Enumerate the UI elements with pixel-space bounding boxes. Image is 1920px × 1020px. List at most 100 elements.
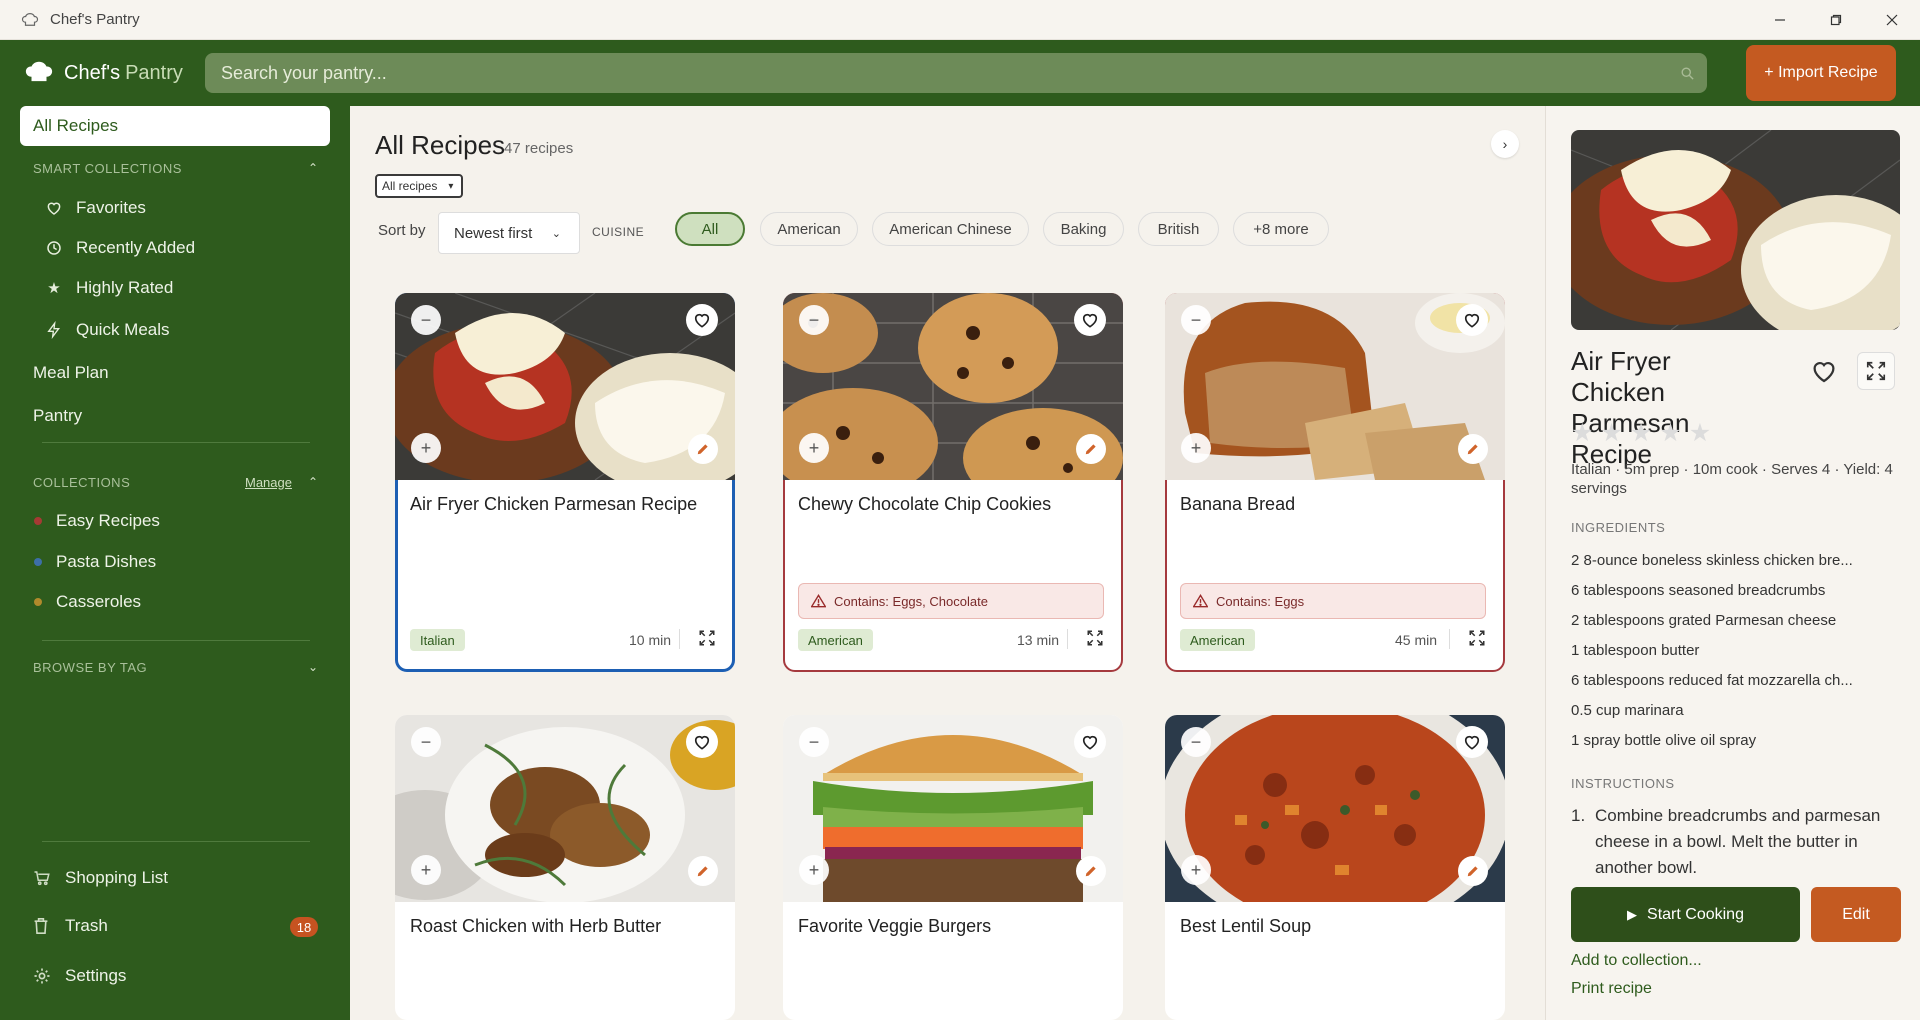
bolt-icon	[44, 320, 64, 340]
trash-icon	[33, 917, 53, 935]
sidebar-item-trash[interactable]: Trash	[33, 916, 108, 936]
gear-icon	[33, 967, 53, 985]
sidebar-item-pasta-dishes[interactable]: Pasta Dishes	[34, 552, 156, 572]
search-input[interactable]	[205, 62, 1667, 84]
sidebar-item-meal-plan[interactable]: Meal Plan	[33, 363, 109, 383]
plus-icon[interactable]: +	[1181, 433, 1211, 463]
star-icon[interactable]: ★	[1571, 418, 1593, 448]
recipe-card[interactable]: − + Air Fryer Chicken Parmesan Recipe It…	[395, 293, 735, 672]
pencil-icon[interactable]	[1076, 856, 1106, 886]
sidebar-item-label: Trash	[65, 916, 108, 935]
allergen-warning: Contains: Eggs, Chocolate	[798, 583, 1104, 619]
expand-icon[interactable]	[1857, 352, 1895, 390]
pencil-icon[interactable]	[1458, 856, 1488, 886]
import-recipe-button[interactable]: + Import Recipe	[1746, 45, 1896, 101]
minus-icon[interactable]: −	[411, 305, 441, 335]
heart-icon[interactable]	[1074, 304, 1106, 336]
sidebar-item-label: Favorites	[76, 198, 146, 217]
recipe-card[interactable]: − + Banana Bread Contains: Eggs American…	[1165, 293, 1505, 672]
recipe-card[interactable]: − + Roast Chicken with Herb Butter	[395, 715, 735, 1020]
browse-by-tag-heading[interactable]: BROWSE BY TAG	[33, 660, 147, 675]
sort-select[interactable]: Newest first ⌄	[438, 212, 580, 254]
recipe-card[interactable]: − + Favorite Veggie Burgers	[783, 715, 1123, 1020]
ingredient-item: 6 tablespoons reduced fat mozzarella ch.…	[1571, 672, 1853, 689]
recipe-title: Air Fryer Chicken Parmesan Recipe	[410, 494, 698, 514]
recipe-image	[783, 715, 1123, 902]
expand-icon[interactable]	[1084, 627, 1106, 649]
heart-icon[interactable]	[1807, 354, 1841, 388]
chevron-down-icon[interactable]: ⌄	[308, 660, 318, 674]
allergen-text: Contains: Eggs	[1216, 593, 1305, 609]
heart-icon[interactable]	[1456, 726, 1488, 758]
divider	[679, 629, 680, 649]
recipe-title: Favorite Veggie Burgers	[798, 916, 992, 936]
rating-stars[interactable]: ★ ★ ★ ★ ★	[1571, 418, 1711, 448]
add-to-collection-link[interactable]: Add to collection...	[1571, 952, 1702, 970]
cuisine-chip-american[interactable]: American	[760, 212, 858, 246]
sidebar-item-settings[interactable]: Settings	[33, 966, 126, 986]
sidebar-item-favorites[interactable]: Favorites	[44, 198, 146, 218]
minus-icon[interactable]: −	[799, 727, 829, 757]
heart-icon[interactable]	[1456, 304, 1488, 336]
recipe-detail-panel: Air Fryer Chicken Parmesan Recipe ★ ★ ★ …	[1545, 106, 1920, 1020]
heart-icon[interactable]	[686, 726, 718, 758]
plus-icon[interactable]: +	[411, 433, 441, 463]
heart-icon[interactable]	[686, 304, 718, 336]
star-icon[interactable]: ★	[1689, 418, 1711, 448]
pencil-icon[interactable]	[1458, 434, 1488, 464]
recipe-duration: 45 min	[1395, 632, 1438, 648]
pencil-icon[interactable]	[1076, 434, 1106, 464]
minus-icon[interactable]: −	[411, 727, 441, 757]
cuisine-chip-american-chinese[interactable]: American Chinese	[872, 212, 1029, 246]
sidebar-item-easy-recipes[interactable]: Easy Recipes	[34, 511, 160, 531]
plus-icon[interactable]: +	[411, 855, 441, 885]
pencil-icon[interactable]	[688, 434, 718, 464]
page-title: All Recipes	[375, 130, 506, 160]
search-icon[interactable]	[1667, 66, 1707, 81]
plus-icon[interactable]: +	[799, 855, 829, 885]
sidebar-item-quick-meals[interactable]: Quick Meals	[44, 320, 170, 340]
cuisine-tag: Italian	[410, 629, 465, 651]
cuisine-chip-all[interactable]: All	[675, 212, 745, 246]
restore-icon[interactable]	[1808, 0, 1864, 40]
minus-icon[interactable]: −	[1181, 727, 1211, 757]
sidebar-item-recently-added[interactable]: Recently Added	[44, 238, 195, 258]
minus-icon[interactable]: −	[799, 305, 829, 335]
expand-icon[interactable]	[1466, 627, 1488, 649]
sidebar-item-label: Easy Recipes	[56, 511, 160, 530]
cuisine-tag: American	[1180, 629, 1255, 651]
start-cooking-label: Start Cooking	[1647, 905, 1744, 923]
sidebar-item-casseroles[interactable]: Casseroles	[34, 592, 141, 612]
star-icon[interactable]: ★	[1600, 418, 1622, 448]
minus-icon[interactable]: −	[1181, 305, 1211, 335]
print-recipe-link[interactable]: Print recipe	[1571, 980, 1652, 998]
cuisine-chip-more[interactable]: +8 more	[1233, 212, 1329, 246]
clock-icon	[44, 238, 64, 258]
plus-icon[interactable]: +	[799, 433, 829, 463]
sidebar-item-shopping-list[interactable]: Shopping List	[33, 868, 168, 888]
recipe-card[interactable]: − + Chewy Chocolate Chip Cookies Contain…	[783, 293, 1123, 672]
sidebar-item-pantry[interactable]: Pantry	[33, 406, 82, 426]
start-cooking-button[interactable]: ▶ Start Cooking	[1571, 887, 1800, 942]
chevron-right-icon[interactable]: ›	[1491, 130, 1519, 158]
cuisine-chip-british[interactable]: British	[1138, 212, 1219, 246]
pencil-icon[interactable]	[688, 856, 718, 886]
expand-icon[interactable]	[696, 627, 718, 649]
recipe-card[interactable]: − + Best Lentil Soup	[1165, 715, 1505, 1020]
brand-name-primary: Chef's	[64, 61, 121, 84]
star-icon[interactable]: ★	[1659, 418, 1681, 448]
recipe-filter-select[interactable]: All recipes	[375, 174, 464, 198]
sidebar-item-highly-rated[interactable]: ★ Highly Rated	[44, 278, 173, 298]
heart-icon[interactable]	[1074, 726, 1106, 758]
chevron-up-icon[interactable]: ⌃	[308, 475, 318, 489]
edit-recipe-button[interactable]: Edit	[1811, 887, 1901, 942]
star-icon[interactable]: ★	[1630, 418, 1652, 448]
brand[interactable]: Chef's Pantry	[24, 58, 204, 88]
sidebar-item-all-recipes[interactable]: All Recipes	[20, 106, 330, 146]
cuisine-chip-baking[interactable]: Baking	[1043, 212, 1124, 246]
plus-icon[interactable]: +	[1181, 855, 1211, 885]
manage-collections-link[interactable]: Manage	[245, 475, 292, 490]
minimize-icon[interactable]	[1752, 0, 1808, 40]
chevron-up-icon[interactable]: ⌃	[308, 161, 318, 175]
close-icon[interactable]	[1864, 0, 1920, 40]
